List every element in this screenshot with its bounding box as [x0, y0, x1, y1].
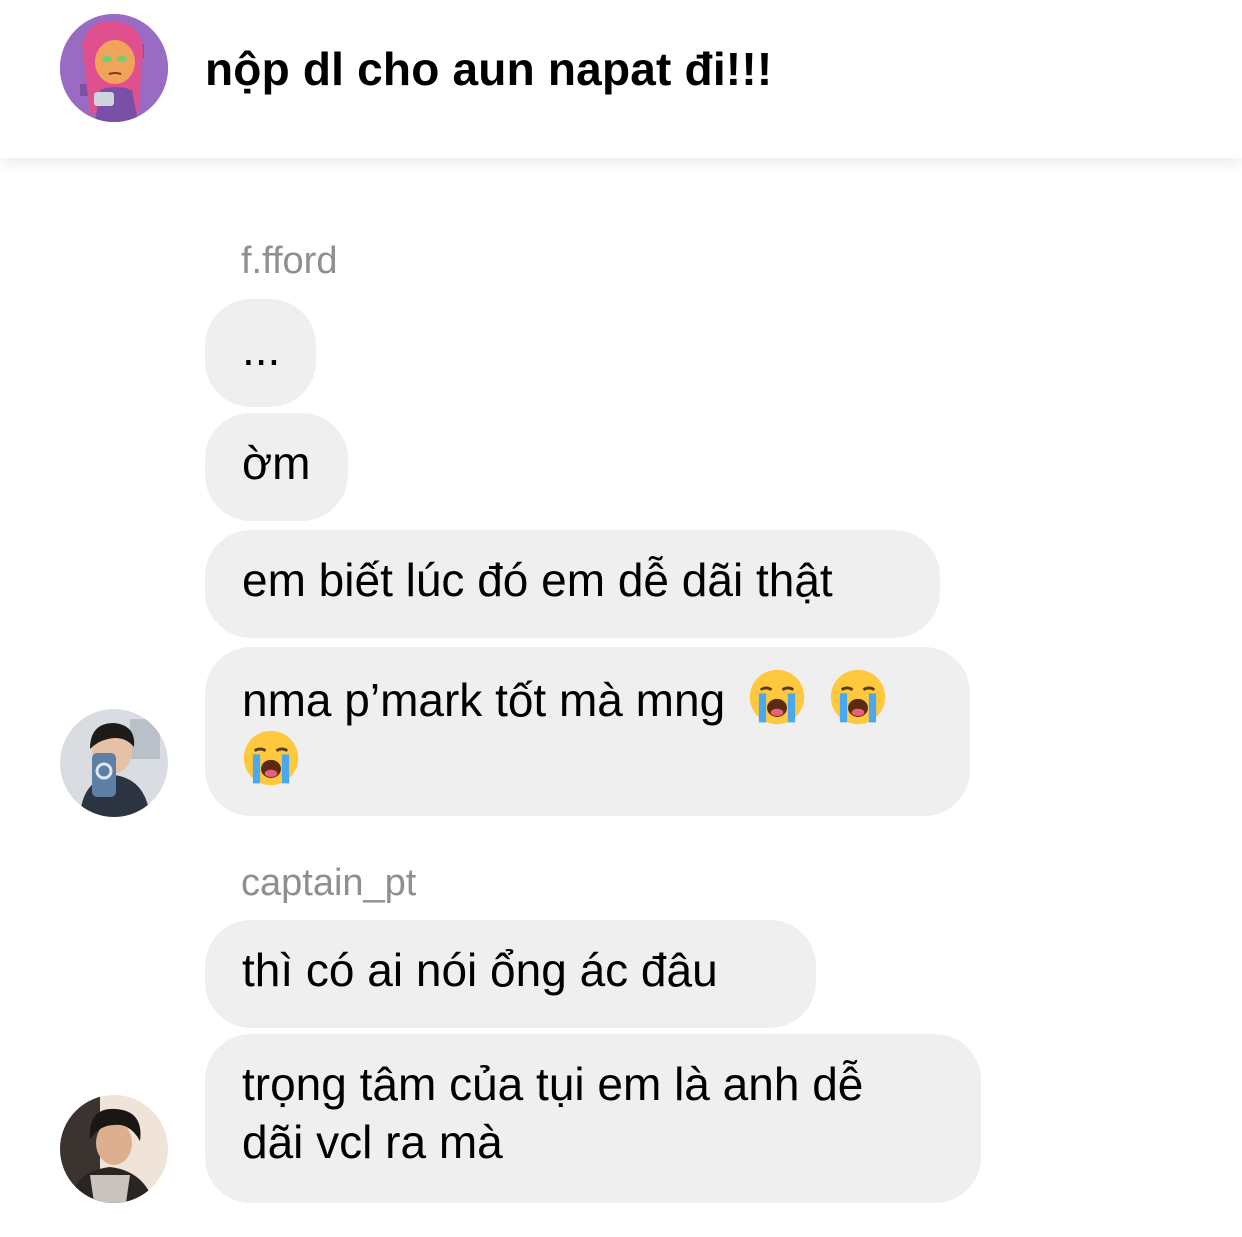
profile-photo-icon — [60, 709, 168, 817]
chat-header: nộp dl cho aun napat đi!!! — [0, 0, 1242, 158]
loudly-crying-face-icon — [830, 669, 885, 725]
message-text: trọng tâm của tụi em là anh dễ — [242, 1058, 864, 1110]
message-text: thì có ai nói ổng ác đâu — [242, 944, 718, 996]
user-avatar-captain-pt[interactable] — [60, 1095, 168, 1203]
cartoon-girl-avatar-icon — [60, 14, 168, 122]
user-avatar-f-fford[interactable] — [60, 709, 168, 817]
message-bubble[interactable]: thì có ai nói ổng ác đâu — [205, 920, 816, 1028]
message-text: em biết lúc đó em dễ dãi thật — [242, 554, 833, 606]
chat-title: nộp dl cho aun napat đi!!! — [205, 43, 773, 95]
sender-name: captain_pt — [241, 862, 417, 904]
message-text: nma p’mark tốt mà mng — [242, 674, 726, 726]
message-text: ờm — [242, 437, 311, 489]
message-bubble[interactable]: ờm — [205, 413, 348, 521]
profile-photo-icon — [60, 1095, 168, 1203]
message-bubble[interactable]: em biết lúc đó em dễ dãi thật — [205, 530, 940, 638]
message-bubble[interactable]: trọng tâm của tụi em là anh dễ dãi vcl r… — [205, 1034, 981, 1203]
loudly-crying-face-icon — [749, 669, 805, 725]
loudly-crying-face-icon — [243, 730, 299, 786]
message-bubble[interactable]: nma p’mark tốt mà mng — [205, 647, 970, 816]
sender-name: f.fford — [241, 240, 338, 282]
message-bubble[interactable]: ... — [205, 299, 316, 407]
group-avatar[interactable] — [60, 14, 168, 122]
message-text: ... — [242, 323, 281, 375]
message-text: dãi vcl ra mà — [242, 1116, 503, 1168]
